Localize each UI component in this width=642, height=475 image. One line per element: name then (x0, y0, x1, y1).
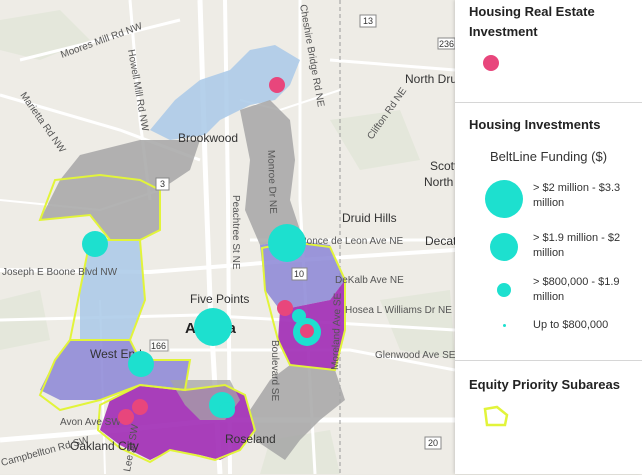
shield-13: 13 (363, 16, 373, 26)
shield-10: 10 (294, 269, 304, 279)
place-label-scottdale: Scottdale (430, 159, 455, 173)
legend-label-class-4: Up to $800,000 (533, 319, 609, 331)
map[interactable]: Moores Mill Rd NW Howell Mill Rd NW Mari… (0, 0, 455, 474)
road-label-dekalb: DeKalb Ave NE (335, 275, 404, 286)
legend-subtitle-funding: BeltLine Funding ($) (489, 149, 608, 164)
investment-point-west-end[interactable] (128, 351, 154, 377)
place-label-north-druid-hills: North Druid Hills (405, 72, 455, 86)
road-label-avon: Avon Ave SW (60, 417, 121, 428)
investment-point-westside[interactable] (82, 231, 108, 257)
legend-title-real-estate: Housing Real Estate Investment (469, 4, 595, 39)
legend-symbol-class-4 (503, 324, 506, 327)
road-label-hosea: Hosea L Williams Dr NE (345, 305, 452, 316)
investment-point-south-east-small[interactable] (219, 402, 235, 418)
shield-236: 236 (439, 39, 454, 49)
real-estate-point-o4w[interactable] (277, 300, 293, 316)
road-label-boone: Joseph E Boone Blvd NW (2, 267, 118, 278)
place-label-five-points: Five Points (190, 292, 249, 306)
investment-point-reynoldstown-small[interactable] (292, 309, 306, 323)
legend-section-housing-investments: Housing Investments BeltLine Funding ($)… (455, 102, 642, 361)
legend-symbol-equity-outline (483, 405, 509, 427)
place-label-north-decatur: North Decatur (424, 175, 455, 189)
real-estate-point-reynoldstown[interactable] (300, 324, 314, 338)
legend-symbol-class-3 (497, 283, 511, 297)
place-label-brookwood: Brookwood (178, 131, 238, 145)
road-label-peachtree: Peachtree St NE (230, 195, 241, 270)
shield-3: 3 (160, 179, 165, 189)
investment-point-old-fourth-ward[interactable] (268, 224, 306, 262)
shield-20: 20 (428, 438, 438, 448)
place-label-oakland-city: Oakland City (70, 439, 139, 453)
investment-point-five-points[interactable] (194, 308, 232, 346)
legend-label-class-3: > $800,000 - $1.9 million (533, 276, 620, 303)
road-label-glenwood: Glenwood Ave SE (375, 350, 455, 361)
place-label-roseland: Roseland (225, 432, 276, 446)
legend-panel: Housing Real Estate Investment Housing I… (455, 0, 642, 474)
road-label-monroe: Monroe Dr NE (265, 150, 278, 215)
shield-166: 166 (151, 341, 166, 351)
legend-symbol-real-estate (483, 55, 499, 71)
legend-section-equity-priority: Equity Priority Subareas (455, 360, 642, 475)
place-label-druid-hills: Druid Hills (342, 211, 397, 225)
road-label-boulevard: Boulevard SE (269, 340, 280, 401)
place-label-decatur: Decatur (425, 234, 455, 248)
legend-title-equity-priority: Equity Priority Subareas (469, 377, 620, 392)
real-estate-point-south-b[interactable] (118, 409, 134, 425)
road-label-ponce: Ponce de Leon Ave NE (300, 236, 404, 247)
legend-title-housing-investments: Housing Investments (469, 117, 601, 132)
legend-label-class-2: > $1.9 million - $2 million (533, 232, 621, 259)
real-estate-point-brookwood[interactable] (269, 77, 285, 93)
legend-symbol-class-1 (485, 180, 523, 218)
real-estate-point-south-a[interactable] (132, 399, 148, 415)
legend-label-class-1: > $2 million - $3.3 million (533, 182, 621, 209)
legend-symbol-class-2 (490, 233, 518, 261)
